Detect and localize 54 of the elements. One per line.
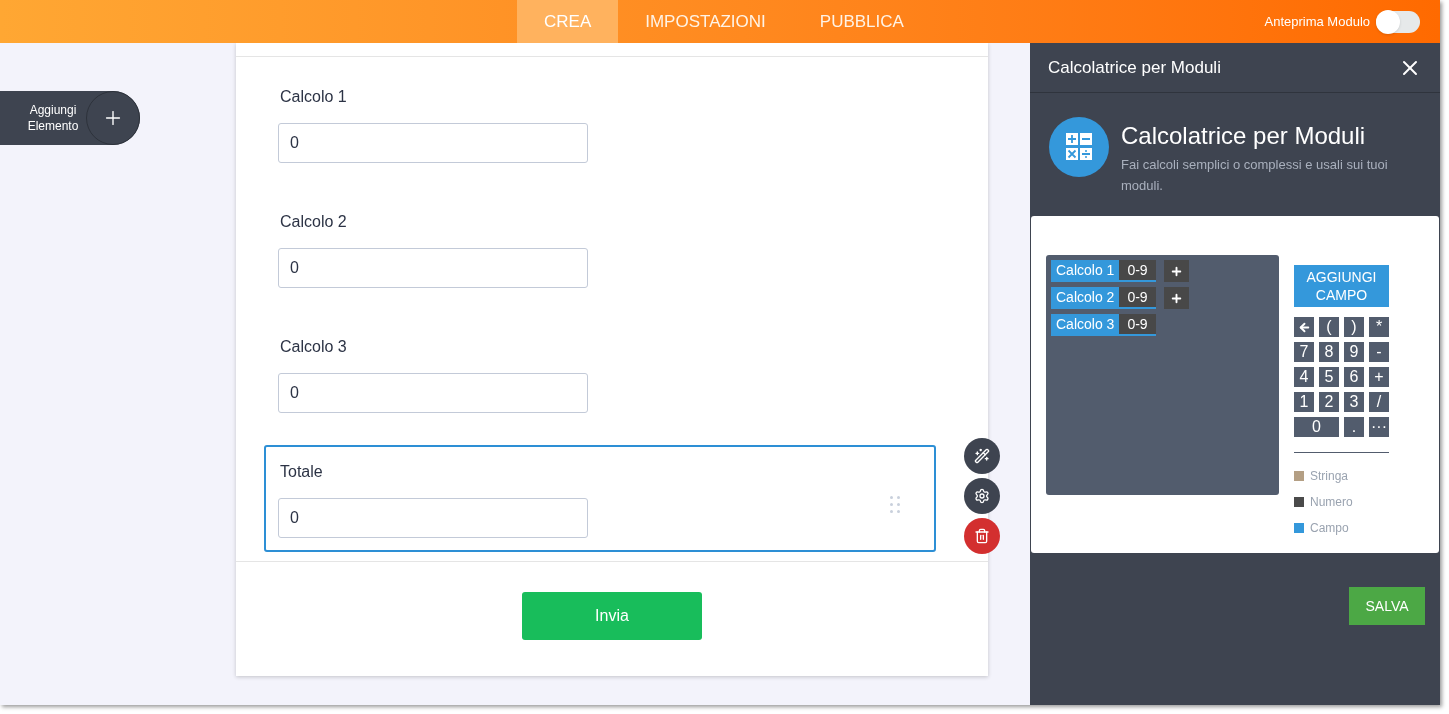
input-field[interactable]: 0: [278, 498, 588, 538]
settings-button[interactable]: [964, 478, 1000, 514]
input-field[interactable]: 0: [278, 248, 588, 288]
legend-label: Campo: [1310, 520, 1349, 537]
field-label: Calcolo 3: [279, 337, 348, 357]
input-field[interactable]: 0: [278, 373, 588, 413]
keypad-key[interactable]: 2: [1319, 392, 1339, 412]
delete-button[interactable]: [964, 518, 1000, 554]
trash-icon: [974, 528, 990, 544]
keypad-key[interactable]: ): [1344, 317, 1364, 337]
field-label: Totale: [279, 462, 324, 482]
keypad-key[interactable]: 7: [1294, 342, 1314, 362]
backspace-key[interactable]: [1294, 317, 1314, 337]
field-container[interactable]: Calcolo 3 0: [264, 320, 936, 427]
field-label: Calcolo 1: [279, 87, 348, 107]
keypad-key[interactable]: 6: [1344, 367, 1364, 387]
add-operator-button[interactable]: [1163, 260, 1189, 282]
keypad-key[interactable]: 5: [1319, 367, 1339, 387]
magic-wand-icon: [974, 448, 990, 464]
preview-toggle[interactable]: [1376, 10, 1420, 33]
magic-wand-button[interactable]: [964, 438, 1000, 474]
keypad-key[interactable]: /: [1369, 392, 1389, 412]
add-operator-button[interactable]: [1163, 287, 1189, 309]
field-label: Calcolo 2: [279, 212, 348, 232]
field-container[interactable]: Calcolo 1 0: [264, 70, 936, 177]
keypad-key[interactable]: (: [1319, 317, 1339, 337]
back-arrow-icon: [1297, 320, 1311, 334]
keypad-key[interactable]: 8: [1319, 342, 1339, 362]
keypad-key[interactable]: +: [1369, 367, 1389, 387]
panel-title: Calcolatrice per Moduli: [1048, 56, 1221, 79]
preview-label: Anteprima Modulo: [1264, 12, 1370, 31]
panel-heading: Calcolatrice per Moduli: [1121, 121, 1367, 151]
keypad-key[interactable]: -: [1369, 342, 1389, 362]
keypad-key[interactable]: 0: [1294, 417, 1339, 437]
field-container[interactable]: Calcolo 2 0: [264, 195, 936, 302]
keypad-key[interactable]: 3: [1344, 392, 1364, 412]
keypad-key[interactable]: 9: [1344, 342, 1364, 362]
keypad-key[interactable]: 1: [1294, 392, 1314, 412]
keypad-key[interactable]: *: [1369, 317, 1389, 337]
keypad-key[interactable]: 4: [1294, 367, 1314, 387]
formula-area[interactable]: Calcolo 1 0-9 Calcolo 2 0-9 Calcolo 3 0-9: [1046, 255, 1279, 495]
keypad-key[interactable]: ···: [1369, 417, 1389, 437]
drag-handle-icon[interactable]: [890, 496, 900, 513]
calculator-icon: [1049, 117, 1109, 177]
field-container[interactable]: Totale 0: [264, 445, 936, 552]
legend-label: Numero: [1310, 494, 1353, 511]
keypad-key[interactable]: .: [1344, 417, 1364, 437]
plus-icon: [1169, 291, 1183, 305]
input-field[interactable]: 0: [278, 123, 588, 163]
plus-icon: [1169, 264, 1183, 278]
settings-icon: [974, 488, 990, 504]
panel-description: Fai calcoli semplici o complessi e usali sui tuoi moduli.: [1121, 156, 1389, 195]
add-element-button[interactable]: Aggiungi Elemento: [0, 91, 140, 145]
legend-label: Stringa: [1310, 468, 1349, 485]
